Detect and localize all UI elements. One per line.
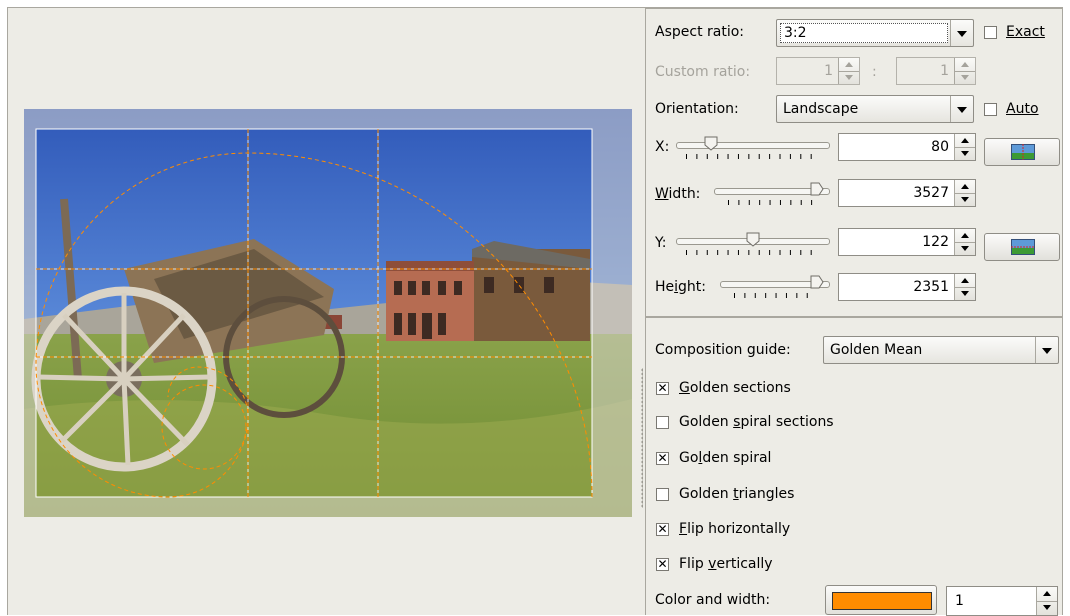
y-value: 122 (922, 234, 949, 250)
chevron-down-icon (950, 20, 973, 46)
spin-down-icon (955, 71, 975, 85)
composition-guide-label: Composition guide: (655, 342, 791, 358)
golden-spiral-checkbox[interactable] (656, 450, 669, 466)
slider-thumb[interactable] (810, 182, 824, 197)
spin-up-icon (839, 58, 859, 71)
custom-ratio-separator: : (872, 64, 877, 80)
spin-up-icon[interactable] (1037, 587, 1057, 600)
spin-up-icon (955, 58, 975, 71)
orientation-label: Orientation: (655, 101, 739, 117)
chevron-down-icon (1035, 337, 1058, 363)
golden-spiral-sections-checkbox[interactable] (656, 416, 669, 429)
width-label: Width: (655, 186, 701, 202)
spin-up-icon[interactable] (955, 274, 975, 287)
auto-checkbox[interactable] (984, 103, 997, 116)
spin-up-icon[interactable] (955, 134, 975, 147)
composition-section: Composition guide: Golden Mean Golden se… (645, 317, 1063, 616)
slider-thumb[interactable] (704, 136, 718, 151)
composition-guide-value: Golden Mean (830, 342, 923, 358)
spin-down-icon[interactable] (1037, 601, 1057, 615)
slider-thumb[interactable] (746, 232, 760, 247)
auto-label: Auto (1006, 101, 1039, 117)
spin-up-icon[interactable] (955, 229, 975, 242)
height-label: Height: (655, 279, 706, 295)
settings-pane: Aspect ratio: 3:2 Exact Custom ratio: 1 … (645, 8, 1063, 616)
x-spinner[interactable]: 80 (838, 133, 976, 161)
width-slider[interactable] (714, 181, 830, 205)
exact-label: Exact (1006, 24, 1045, 40)
spin-down-icon[interactable] (955, 287, 975, 301)
flip-vertically-checkbox[interactable] (656, 556, 669, 572)
guide-color-button[interactable] (825, 585, 937, 615)
aspect-ratio-label: Aspect ratio: (655, 24, 745, 40)
center-horizontal-button[interactable] (984, 138, 1060, 166)
golden-spiral-sections-label: Golden spiral sections (679, 414, 834, 430)
custom-ratio-right-spinner: 1 (896, 57, 976, 85)
guide-width-value: 1 (955, 593, 964, 609)
guide-width-spinner[interactable]: 1 (946, 586, 1058, 616)
spin-down-icon (839, 71, 859, 85)
color-swatch (832, 592, 932, 610)
custom-ratio-left-spinner: 1 (776, 57, 860, 85)
x-value: 80 (931, 139, 949, 155)
flip-horizontally-checkbox[interactable] (656, 521, 669, 537)
height-spinner[interactable]: 2351 (838, 273, 976, 301)
center-vertical-icon (1011, 239, 1035, 255)
y-label: Y: (655, 235, 667, 251)
slider-thumb[interactable] (810, 275, 824, 290)
golden-sections-checkbox[interactable] (656, 380, 669, 396)
custom-ratio-right-value: 1 (940, 63, 949, 79)
chevron-down-icon (950, 96, 973, 122)
width-value: 3527 (913, 185, 949, 201)
composition-guide-combo[interactable]: Golden Mean (823, 336, 1059, 364)
aspect-ratio-combo[interactable]: 3:2 (776, 19, 974, 47)
x-label: X: (655, 139, 670, 155)
height-value: 2351 (913, 279, 949, 295)
orientation-value: Landscape (783, 101, 859, 117)
spin-up-icon[interactable] (955, 180, 975, 193)
center-horizontal-icon (1011, 144, 1035, 160)
custom-ratio-label: Custom ratio: (655, 64, 751, 80)
custom-ratio-left-value: 1 (824, 63, 833, 79)
aspect-ratio-value: 3:2 (780, 23, 948, 43)
orientation-combo[interactable]: Landscape (776, 95, 974, 123)
height-slider[interactable] (720, 274, 830, 298)
color-width-label: Color and width: (655, 592, 771, 608)
golden-triangles-label: Golden triangles (679, 486, 795, 502)
golden-triangles-checkbox[interactable] (656, 488, 669, 501)
spin-down-icon[interactable] (955, 242, 975, 256)
spin-down-icon[interactable] (955, 147, 975, 161)
x-slider[interactable] (676, 135, 830, 159)
flip-horizontally-label: Flip horizontally (679, 521, 791, 537)
preview-image[interactable] (24, 109, 632, 517)
golden-sections-label: Golden sections (679, 380, 791, 396)
center-vertical-button[interactable] (984, 233, 1060, 261)
exact-checkbox[interactable] (984, 26, 997, 39)
crop-settings-section: Aspect ratio: 3:2 Exact Custom ratio: 1 … (645, 8, 1063, 317)
width-spinner[interactable]: 3527 (838, 179, 976, 207)
flip-vertically-label: Flip vertically (679, 556, 773, 572)
y-slider[interactable] (676, 231, 830, 255)
divider-grip[interactable] (641, 368, 643, 508)
y-spinner[interactable]: 122 (838, 228, 976, 256)
golden-spiral-label: Golden spiral (679, 450, 772, 466)
spin-down-icon[interactable] (955, 193, 975, 207)
